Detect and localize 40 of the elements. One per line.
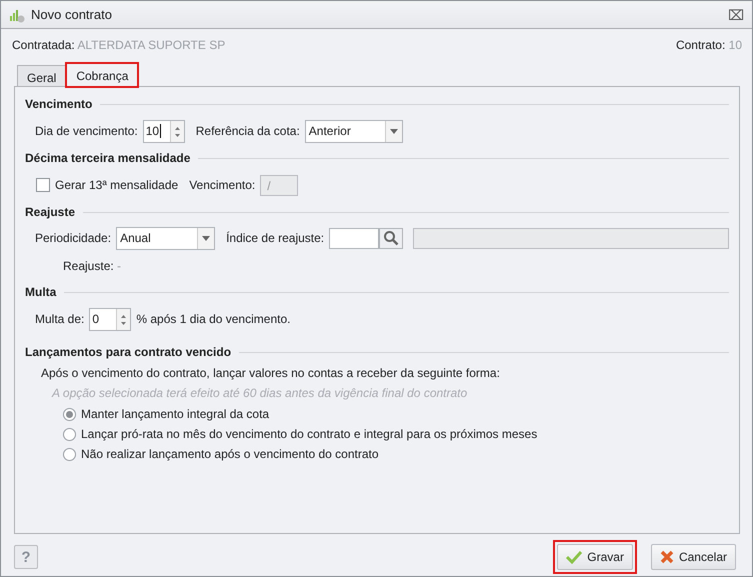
contratada-text: Contratada: ALTERDATA SUPORTE SP	[12, 38, 226, 52]
radio-option[interactable]: Lançar pró-rata no mês do vencimento do contrato e integral para os próximos meses	[25, 424, 729, 444]
fine-suffix-text: % após 1 dia do vencimento.	[136, 312, 290, 326]
field-label: Índice de reajuste:	[226, 231, 324, 245]
radio-option[interactable]: Não realizar lançamento após o vencimento do contrato	[25, 444, 729, 464]
contrato-text: Contrato: 10	[676, 38, 742, 52]
checkmark-icon	[566, 550, 582, 564]
day-spinner[interactable]: 10	[142, 120, 185, 142]
checkbox-label: Gerar 13ª mensalidade	[55, 178, 178, 192]
tab[interactable]: Geral	[17, 65, 66, 86]
spin-arrows-icon[interactable]	[120, 312, 128, 326]
section-title: Décima terceira mensalidade	[25, 151, 190, 165]
window-title: Novo contrato	[31, 7, 113, 22]
dropdown-arrow-icon[interactable]	[202, 236, 210, 240]
description-text: Após o vencimento do contrato, lançar valores no contas a receber da seguinte forma:	[40, 365, 501, 382]
periodicity-dropdown[interactable]: Anual	[116, 226, 216, 250]
field-label: Multa de:	[35, 312, 84, 326]
cancel-button[interactable]: Cancelar	[650, 544, 736, 570]
checkbox[interactable]	[36, 178, 50, 192]
section-title: Lançamentos para contrato vencido	[25, 345, 232, 359]
reajuste-text: Reajuste: -	[63, 259, 122, 273]
reference-dropdown[interactable]: Anterior	[304, 120, 403, 142]
radio-option[interactable]: Manter lançamento integral da cota	[25, 404, 729, 424]
section-title: Reajuste	[25, 205, 76, 219]
index-field[interactable]	[329, 228, 380, 248]
save-button[interactable]: Gravar	[557, 544, 633, 570]
search-button[interactable]	[379, 228, 404, 248]
hint-text: A opção selecionada terá efeito até 60 dias antes da vigência final do contrato	[50, 385, 468, 402]
close-button[interactable]: ⌧	[728, 6, 744, 22]
field-label: Periodicidade:	[35, 231, 112, 245]
section-title: Vencimento	[25, 97, 92, 111]
field-label: Referência da cota:	[196, 124, 300, 138]
section-title: Multa	[25, 285, 56, 299]
field-label: Vencimento:	[189, 178, 256, 192]
fine-spinner[interactable]: 0	[89, 308, 132, 330]
dropdown-arrow-icon[interactable]	[390, 128, 398, 134]
field-label: Dia de vencimento:	[35, 124, 138, 138]
cross-icon	[660, 550, 674, 564]
spin-arrows-icon[interactable]	[174, 124, 181, 138]
tab[interactable]: Cobrança	[66, 63, 138, 87]
